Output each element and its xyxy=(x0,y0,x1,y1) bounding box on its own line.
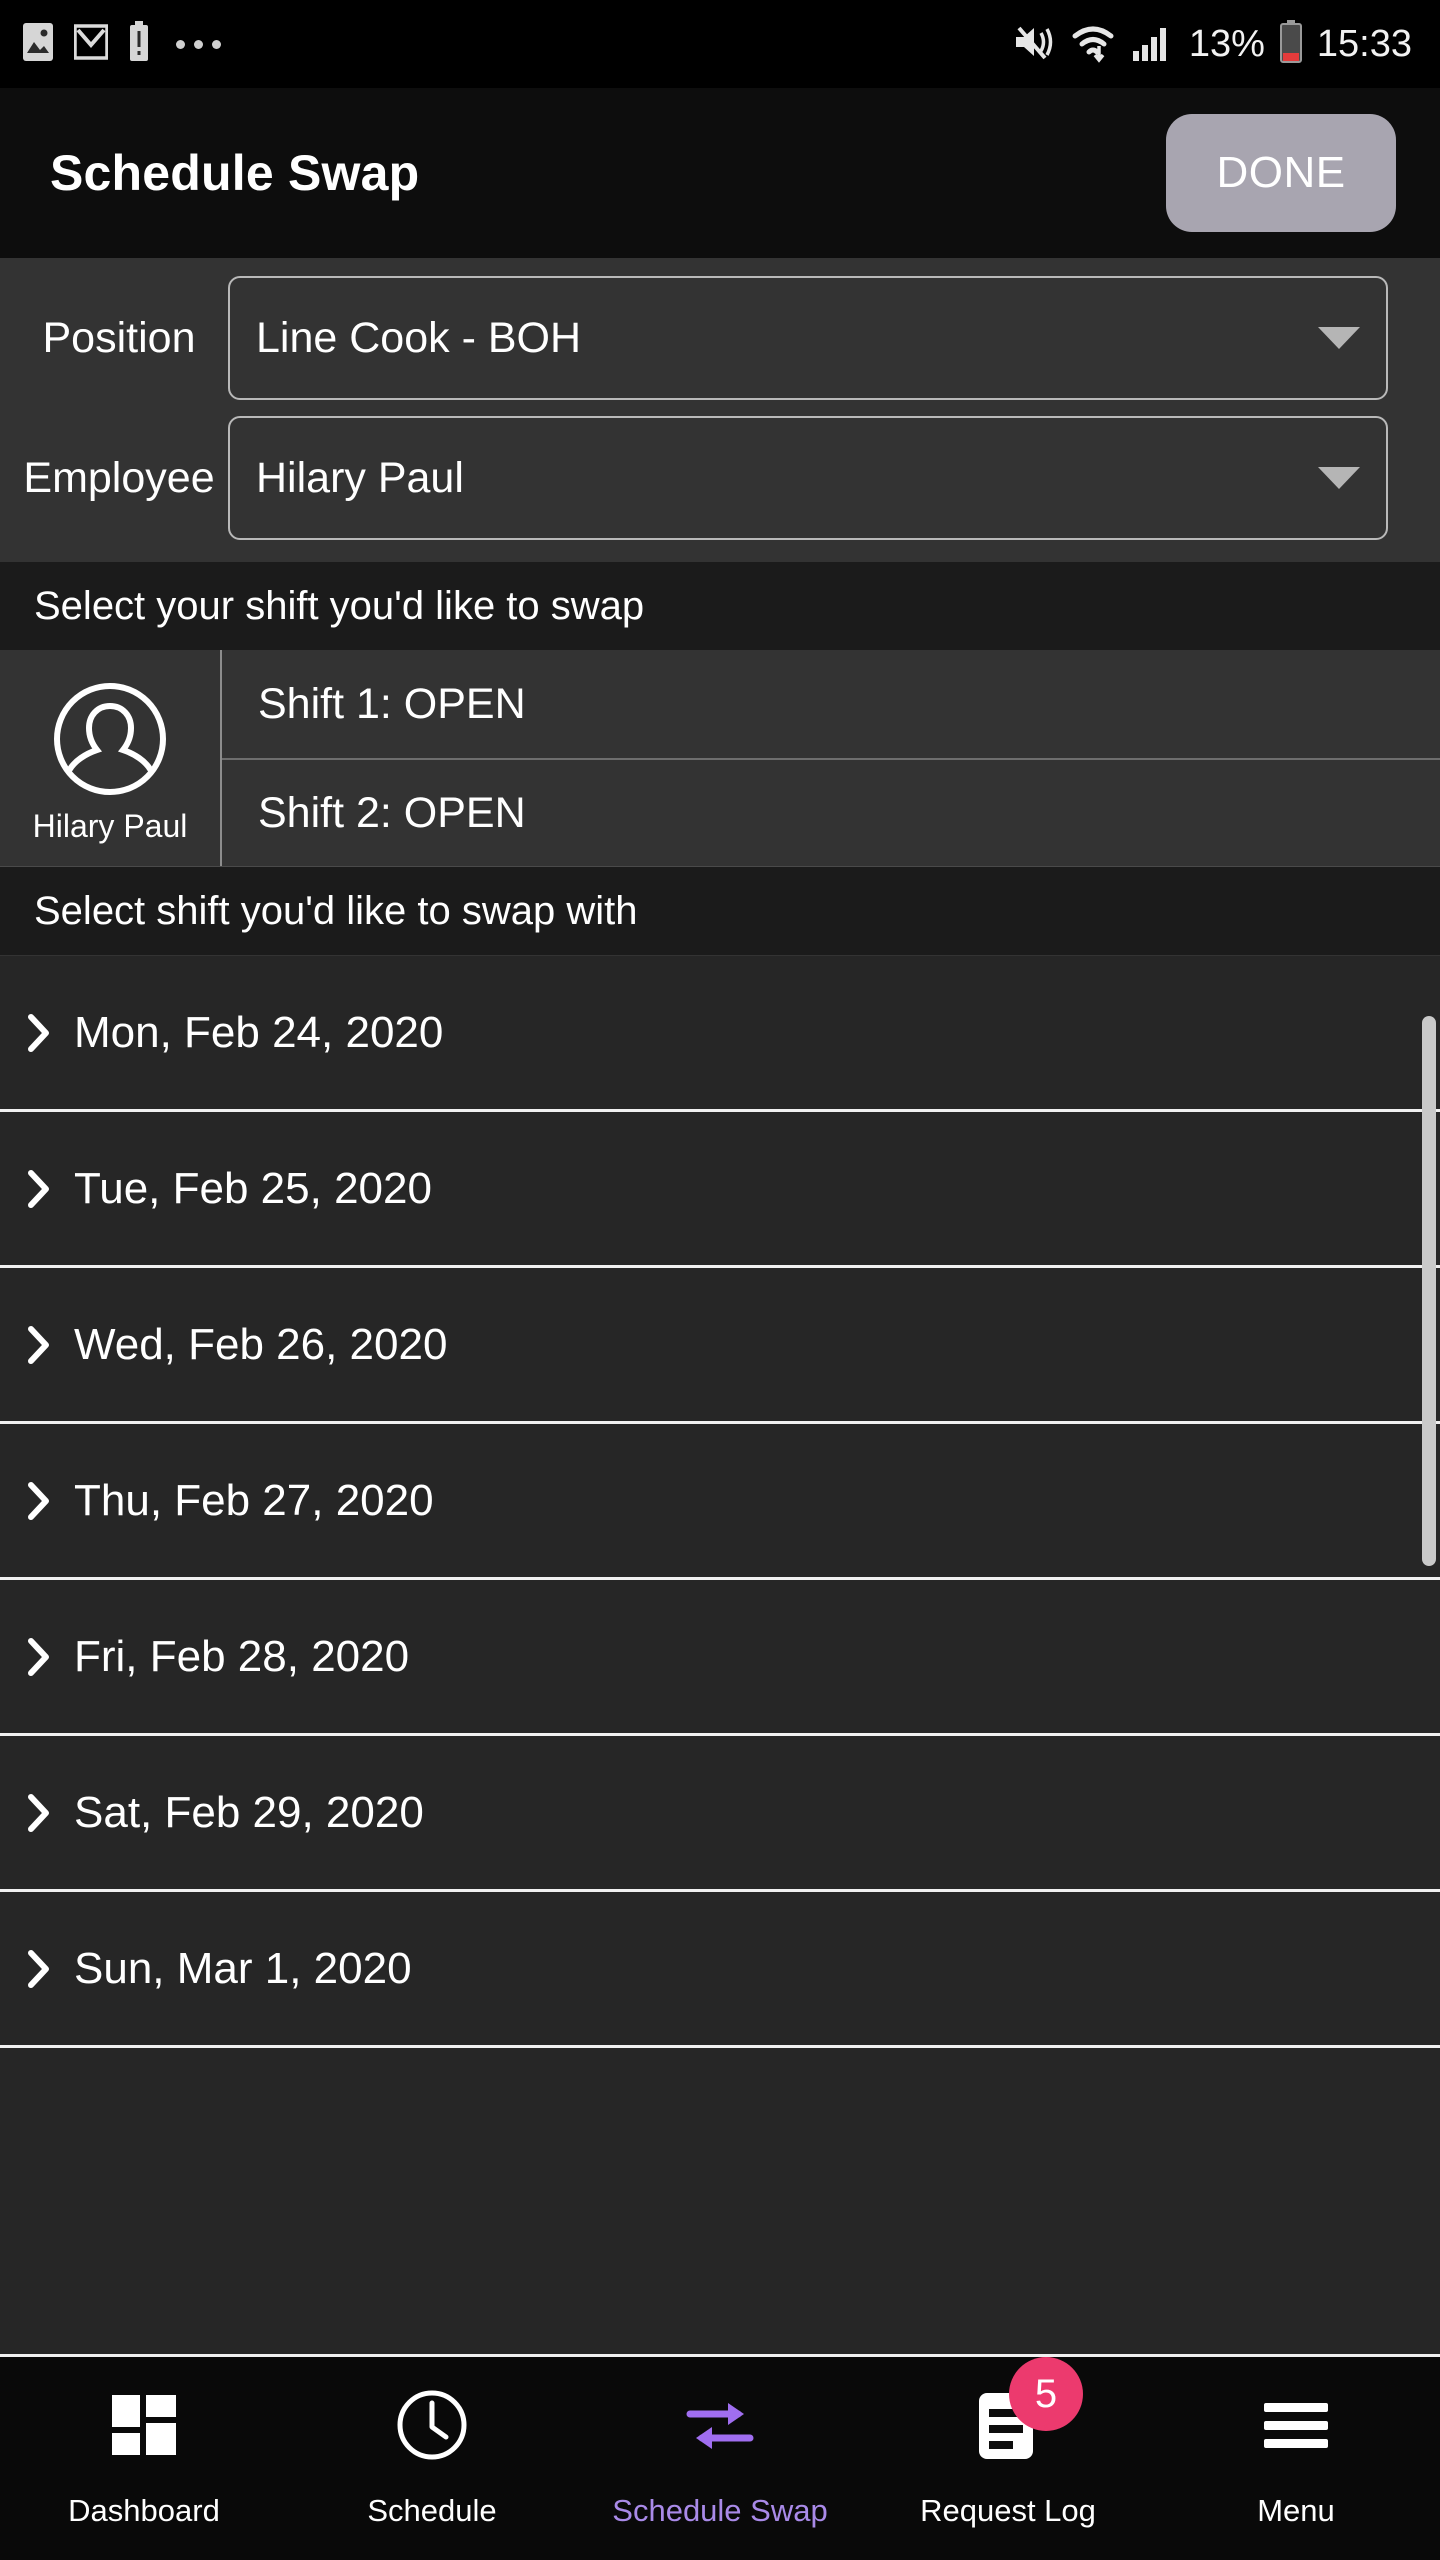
swap-with-section-header: Select shift you'd like to swap with xyxy=(0,867,1440,955)
chevron-down-icon xyxy=(1318,327,1360,349)
scrollbar[interactable] xyxy=(1422,1016,1436,1566)
employee-select-value: Hilary Paul xyxy=(256,453,464,502)
swap-date-list[interactable]: Mon, Feb 24, 2020 Tue, Feb 25, 2020 Wed,… xyxy=(0,955,1440,2354)
my-shift-panel: Hilary Paul Shift 1: OPEN Shift 2: OPEN xyxy=(0,650,1440,867)
list-item-label: Tue, Feb 25, 2020 xyxy=(74,1163,432,1213)
page-title: Schedule Swap xyxy=(50,145,420,201)
nav-item-request-log[interactable]: 5 Request Log xyxy=(864,2357,1152,2529)
list-item-label: Sat, Feb 29, 2020 xyxy=(74,1787,424,1837)
chevron-right-icon xyxy=(26,1635,52,1679)
clock-icon xyxy=(394,2383,470,2467)
nav-label: Menu xyxy=(1257,2493,1335,2528)
chevron-right-icon xyxy=(26,1011,52,1055)
avatar xyxy=(51,680,169,798)
battery-alert-icon xyxy=(128,20,150,68)
list-item[interactable]: Sun, Mar 1, 2020 xyxy=(0,1892,1440,2048)
swap-form: Position Line Cook - BOH Employee Hilary… xyxy=(0,258,1440,562)
nav-item-schedule[interactable]: Schedule xyxy=(288,2383,576,2529)
list-item-label: Fri, Feb 28, 2020 xyxy=(74,1631,410,1681)
bottom-navigation: Dashboard Schedule Schedule Swap 5 Reque… xyxy=(0,2354,1440,2560)
list-item-label: Wed, Feb 26, 2020 xyxy=(74,1319,448,1369)
list-item-label: Thu, Feb 27, 2020 xyxy=(74,1475,434,1525)
image-icon xyxy=(22,22,54,67)
dashboard-grid-icon xyxy=(108,2383,180,2467)
employee-select[interactable]: Hilary Paul xyxy=(228,416,1388,540)
my-shift-section-header: Select your shift you'd like to swap xyxy=(0,562,1440,650)
list-item[interactable]: Fri, Feb 28, 2020 xyxy=(0,1580,1440,1736)
employee-avatar-column: Hilary Paul xyxy=(0,650,220,866)
list-item[interactable]: Thu, Feb 27, 2020 xyxy=(0,1424,1440,1580)
chevron-right-icon xyxy=(26,1791,52,1835)
cell-signal-icon xyxy=(1131,21,1175,68)
status-bar-left-icons xyxy=(22,20,221,68)
chevron-right-icon xyxy=(26,1947,52,1991)
more-dots-icon xyxy=(176,39,221,49)
my-shift-list: Shift 1: OPEN Shift 2: OPEN xyxy=(220,650,1440,866)
chevron-right-icon xyxy=(26,1479,52,1523)
status-badge: 5 xyxy=(1009,2357,1083,2431)
clock-text: 15:33 xyxy=(1316,22,1412,65)
nav-item-menu[interactable]: Menu xyxy=(1152,2383,1440,2529)
schedule-swap-screen: 13% 15:33 Schedule Swap DONE Position Li… xyxy=(0,0,1440,2560)
chevron-right-icon xyxy=(26,1167,52,1211)
list-item[interactable]: Tue, Feb 25, 2020 xyxy=(0,1112,1440,1268)
status-bar: 13% 15:33 xyxy=(0,0,1440,88)
nav-item-dashboard[interactable]: Dashboard xyxy=(0,2383,288,2529)
list-item-label: Mon, Feb 24, 2020 xyxy=(74,1007,444,1057)
shift-row[interactable]: Shift 2: OPEN xyxy=(222,758,1440,866)
nav-label: Schedule xyxy=(367,2493,497,2528)
chevron-down-icon xyxy=(1318,467,1360,489)
mute-vibrate-icon xyxy=(1011,20,1055,69)
list-item[interactable]: Sat, Feb 29, 2020 xyxy=(0,1736,1440,1892)
nav-label: Request Log xyxy=(920,2493,1096,2528)
list-item[interactable]: Wed, Feb 26, 2020 xyxy=(0,1268,1440,1424)
list-item-label: Sun, Mar 1, 2020 xyxy=(74,1943,412,1993)
app-bar: Schedule Swap DONE xyxy=(0,88,1440,258)
nav-label: Schedule Swap xyxy=(612,2493,828,2528)
swap-arrows-icon xyxy=(680,2383,760,2467)
status-bar-right-icons: 13% 15:33 xyxy=(1011,19,1412,69)
avatar-name: Hilary Paul xyxy=(32,807,188,844)
gmail-icon xyxy=(73,23,109,66)
position-select-value: Line Cook - BOH xyxy=(256,313,582,362)
battery-icon xyxy=(1279,19,1303,69)
employee-label: Employee xyxy=(23,453,215,502)
position-row: Position Line Cook - BOH xyxy=(0,276,1440,400)
position-select[interactable]: Line Cook - BOH xyxy=(228,276,1388,400)
document-icon: 5 xyxy=(975,2357,1083,2467)
nav-label: Dashboard xyxy=(68,2493,220,2528)
hamburger-menu-icon xyxy=(1259,2383,1333,2467)
position-label: Position xyxy=(42,313,196,362)
list-item[interactable]: Mon, Feb 24, 2020 xyxy=(0,956,1440,1112)
chevron-right-icon xyxy=(26,1323,52,1367)
employee-row: Employee Hilary Paul xyxy=(0,416,1440,540)
shift-row[interactable]: Shift 1: OPEN xyxy=(222,650,1440,758)
battery-percent-text: 13% xyxy=(1188,22,1265,65)
wifi-icon xyxy=(1069,20,1117,69)
done-button[interactable]: DONE xyxy=(1166,114,1396,232)
nav-item-schedule-swap[interactable]: Schedule Swap xyxy=(576,2383,864,2529)
